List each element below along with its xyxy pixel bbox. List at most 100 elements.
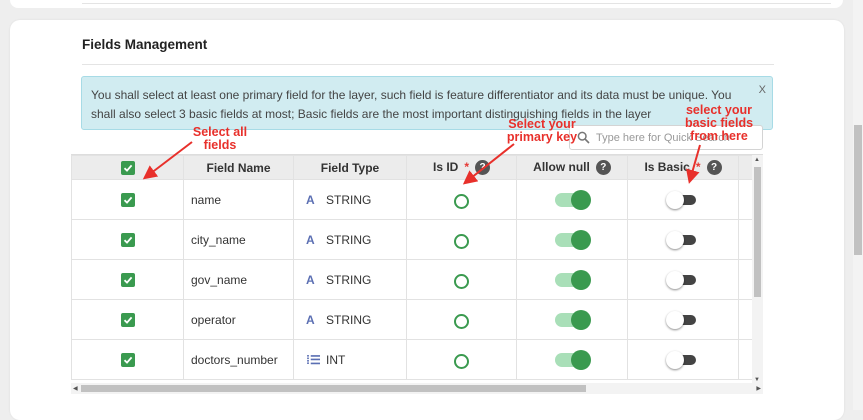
- toggle-knob: [666, 351, 684, 370]
- is-id-cell: [406, 259, 517, 300]
- toggle-knob: [571, 189, 591, 210]
- allow-null-cell: [516, 339, 628, 380]
- field-type-cell: A STRING: [293, 179, 407, 220]
- scrollbar-thumb[interactable]: [754, 167, 761, 297]
- row-select-cell: [71, 259, 184, 300]
- is-basic-toggle[interactable]: [666, 351, 696, 370]
- alert-close-button[interactable]: X: [759, 81, 766, 100]
- help-icon[interactable]: ?: [475, 160, 490, 176]
- toggle-knob: [666, 311, 684, 330]
- help-icon[interactable]: ?: [595, 160, 611, 176]
- field-name-cell: city_name: [183, 219, 294, 260]
- field-type-label: STRING: [326, 312, 372, 327]
- field-type-label: STRING: [326, 272, 372, 287]
- scroll-right-icon[interactable]: ▶: [756, 385, 761, 392]
- field-type-label: INT: [326, 352, 346, 367]
- toggle-knob: [666, 231, 684, 250]
- scroll-up-icon[interactable]: ▲: [754, 157, 760, 163]
- row-select-cell: [71, 179, 184, 220]
- row-checkbox[interactable]: [120, 192, 135, 207]
- allow-null-cell: [516, 179, 628, 220]
- allow-null-cell: [516, 219, 628, 260]
- field-name-cell: gov_name: [183, 259, 294, 300]
- field-name-cell: doctors_number: [183, 339, 294, 380]
- is-basic-cell: [627, 259, 739, 300]
- toggle-knob: [571, 269, 591, 290]
- field-name-cell: operator: [183, 299, 294, 340]
- header-is-id[interactable]: Is ID *?: [406, 155, 517, 180]
- type-icon: A: [306, 312, 315, 327]
- is-id-radio[interactable]: [454, 314, 469, 329]
- type-icon: A: [306, 232, 315, 247]
- table-row[interactable]: gov_name A STRING: [71, 259, 763, 300]
- table-horizontal-scrollbar[interactable]: ◀ ▶: [71, 383, 763, 394]
- row-select-cell: [71, 299, 184, 340]
- page-title: Fields Management: [82, 37, 208, 52]
- scrollbar-thumb[interactable]: [81, 385, 586, 392]
- is-basic-cell: [627, 219, 739, 260]
- is-basic-cell: [627, 299, 739, 340]
- required-mark: *: [695, 159, 701, 174]
- help-icon[interactable]: ?: [706, 160, 722, 176]
- field-type-cell: A STRING: [293, 219, 407, 260]
- field-type-cell: A STRING: [293, 259, 407, 300]
- divider: [82, 64, 774, 65]
- is-basic-toggle[interactable]: [666, 271, 696, 290]
- toggle-knob: [571, 349, 591, 370]
- is-id-radio[interactable]: [454, 274, 469, 289]
- row-select-cell: [71, 219, 184, 260]
- field-type-cell: ⁞☰ INT: [293, 339, 407, 380]
- select-all-checkbox[interactable]: [120, 160, 135, 175]
- table-row[interactable]: name A STRING: [71, 179, 763, 220]
- row-checkbox[interactable]: [120, 272, 135, 287]
- is-id-cell: [406, 179, 517, 220]
- is-basic-toggle[interactable]: [666, 191, 696, 210]
- annotation-select-all: Select all fields: [192, 125, 248, 152]
- row-checkbox[interactable]: [120, 352, 135, 367]
- is-basic-cell: [627, 179, 739, 220]
- table-row[interactable]: operator A STRING: [71, 299, 763, 340]
- annotation-primary-key: Select your primary key: [506, 117, 578, 144]
- page-scrollbar[interactable]: [853, 0, 863, 410]
- allow-null-toggle[interactable]: [555, 309, 591, 330]
- scroll-left-icon[interactable]: ◀: [73, 385, 78, 392]
- header-field-name[interactable]: Field Name: [183, 155, 294, 180]
- is-id-cell: [406, 219, 517, 260]
- divider: [82, 3, 831, 4]
- previous-card: [10, 0, 843, 8]
- annotation-basic-fields: select your basic fields from here: [684, 103, 754, 143]
- is-id-radio[interactable]: [454, 234, 469, 249]
- is-id-radio[interactable]: [454, 354, 469, 369]
- is-id-cell: [406, 299, 517, 340]
- table-row[interactable]: city_name A STRING: [71, 219, 763, 260]
- allow-null-toggle[interactable]: [555, 229, 591, 250]
- header-is-basic[interactable]: Is Basic *?: [627, 155, 739, 180]
- scrollbar-thumb[interactable]: [854, 125, 862, 255]
- table-row[interactable]: doctors_number ⁞☰ INT: [71, 339, 763, 380]
- header-allow-null-label: Allow null: [533, 159, 590, 174]
- header-is-basic-label: Is Basic: [644, 159, 690, 174]
- row-select-cell: [71, 339, 184, 380]
- field-type-label: STRING: [326, 232, 372, 247]
- is-id-cell: [406, 339, 517, 380]
- header-field-type[interactable]: Field Type: [293, 155, 407, 180]
- allow-null-cell: [516, 259, 628, 300]
- type-icon: ⁞☰: [306, 352, 321, 367]
- row-checkbox[interactable]: [120, 312, 135, 327]
- required-mark: *: [464, 159, 469, 174]
- is-basic-toggle[interactable]: [666, 311, 696, 330]
- field-type-cell: A STRING: [293, 299, 407, 340]
- table-vertical-scrollbar[interactable]: ▲ ▼: [752, 155, 763, 385]
- header-allow-null[interactable]: Allow null?: [516, 155, 628, 180]
- select-all-header: [71, 155, 184, 180]
- fields-table-container: Field Name Field Type Is ID *? Allow null…: [71, 154, 763, 384]
- is-basic-toggle[interactable]: [666, 231, 696, 250]
- row-checkbox[interactable]: [120, 232, 135, 247]
- allow-null-toggle[interactable]: [555, 349, 591, 370]
- allow-null-toggle[interactable]: [555, 269, 591, 290]
- is-id-radio[interactable]: [454, 194, 469, 209]
- is-basic-cell: [627, 339, 739, 380]
- type-icon: A: [306, 192, 315, 207]
- allow-null-toggle[interactable]: [555, 189, 591, 210]
- fields-table: Field Name Field Type Is ID *? Allow null…: [71, 155, 763, 380]
